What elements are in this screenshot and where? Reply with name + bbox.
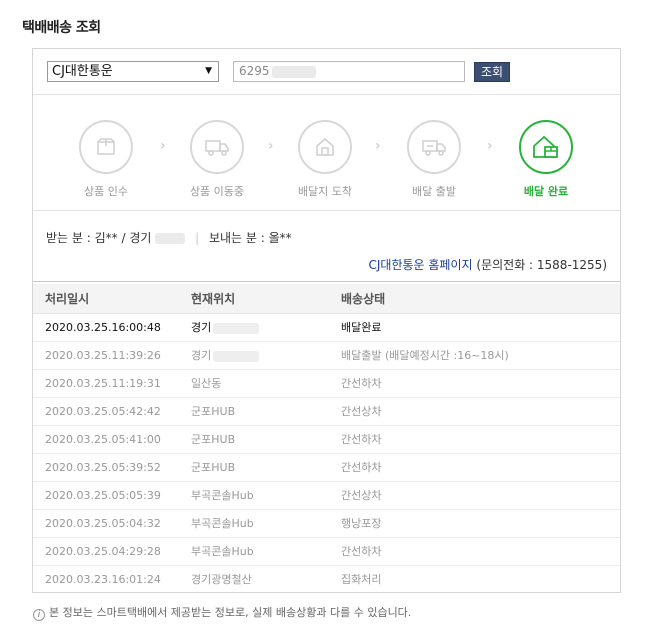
- invoice-number-input[interactable]: 6295: [233, 61, 465, 82]
- redacted-blur: [271, 65, 316, 78]
- row-location: 부곡콘솔Hub: [191, 537, 341, 566]
- page-title: 택배배송 조회: [22, 20, 101, 36]
- table-row: 2020.03.25.05:04:32 부곡콘솔Hub 행낭포장: [33, 509, 620, 538]
- row-time: 2020.03.25.04:29:28: [33, 537, 191, 566]
- table-row: 2020.03.25.05:41:00 군포HUB 간선하차: [33, 425, 620, 454]
- row-time: 2020.03.25.05:39:52: [33, 453, 191, 482]
- delivery-truck-icon: [422, 140, 446, 156]
- column-header-time: 처리일시: [33, 284, 191, 314]
- row-time: 2020.03.23.16:01:24: [45, 572, 161, 586]
- step-label: 상품 인수: [84, 185, 128, 198]
- table-row: 2020.03.25.05:42:42 군포HUB 간선상차: [33, 397, 620, 426]
- row-status: 간선하차: [341, 369, 620, 398]
- search-bar: CJ대한통운 ▼ 6295 조회: [33, 49, 620, 95]
- carrier-homepage-link[interactable]: CJ대한통운 홈페이지: [369, 258, 473, 272]
- chevron-right-icon: ›: [487, 138, 493, 154]
- table-row: 2020.03.25.11:19:31 일산동 간선하차: [33, 369, 620, 398]
- step-label: 배달지 도착: [297, 185, 353, 198]
- step-in-transit: 상품 이동중: [182, 120, 252, 199]
- row-status: 간선하차: [341, 453, 620, 482]
- step-label: 배달 완료: [523, 185, 569, 198]
- table-row: 2020.03.25.11:39:26 경기 배달출발 (배달예정시간 :16~…: [33, 341, 620, 370]
- truck-icon: [205, 140, 229, 156]
- row-status: 간선하차: [341, 425, 620, 454]
- step-arrived: 배달지 도착: [290, 120, 360, 199]
- carrier-select-value: CJ대한통운: [52, 64, 113, 79]
- receiver-info: 받는 분 : 김** / 경기: [46, 231, 152, 245]
- carrier-select[interactable]: CJ대한통운 ▼: [47, 61, 219, 82]
- row-location: 군포HUB: [191, 453, 341, 482]
- row-location: 경기: [191, 341, 341, 370]
- row-status: 집화처리: [341, 573, 382, 587]
- row-time: 2020.03.25.16:00:48: [33, 313, 191, 342]
- step-label: 배달 출발: [412, 185, 456, 198]
- table-row: 2020.03.25.05:05:39 부곡콘솔Hub 간선상차: [33, 481, 620, 510]
- table-row: 2020.03.23.16:01:24 경기광명철산 집화처리: [33, 565, 620, 593]
- invoice-number-value: 6295: [239, 64, 270, 78]
- row-time: 2020.03.25.05:05:39: [33, 481, 191, 510]
- row-location: 군포HUB: [191, 397, 341, 426]
- step-delivered: 배달 완료: [511, 120, 581, 199]
- row-location: 경기광명철산: [191, 573, 252, 587]
- tracking-history-table: 처리일시 현재위치 배송상태 2020.03.25.16:00:48 경기 배달…: [33, 284, 620, 593]
- row-time: 2020.03.25.11:39:26: [33, 341, 191, 370]
- step-out-for-delivery: 배달 출발: [399, 120, 469, 199]
- row-status: 배달출발 (배달예정시간 :16~18시): [341, 341, 620, 370]
- row-location: 일산동: [191, 369, 341, 398]
- table-row: 2020.03.25.04:29:28 부곡콘솔Hub 간선하차: [33, 537, 620, 566]
- chevron-right-icon: ›: [375, 138, 381, 154]
- step-received: 상품 인수: [71, 120, 141, 199]
- row-location: 경기: [191, 313, 341, 342]
- disclaimer: i 본 정보는 스마트택배에서 제공받는 정보로, 실제 배송상황과 다를 수 있…: [33, 604, 411, 621]
- chevron-right-icon: ›: [160, 138, 166, 154]
- search-button[interactable]: 조회: [474, 62, 510, 82]
- shipment-info: 받는 분 : 김** / 경기 | 보내는 분 : 올** CJ대한통운 홈페이…: [33, 212, 620, 282]
- info-icon: i: [33, 609, 45, 621]
- row-time: 2020.03.25.05:42:42: [33, 397, 191, 426]
- row-location: 부곡콘솔Hub: [191, 509, 341, 538]
- row-time: 2020.03.25.05:41:00: [33, 425, 191, 454]
- carrier-phone: (문의전화 : 1588-1255): [476, 258, 607, 272]
- tracking-panel: CJ대한통운 ▼ 6295 조회 상품 인수 › 상품 이동중 › 배달지 도착: [32, 48, 621, 593]
- redacted-blur: [155, 233, 186, 244]
- delivery-progress: 상품 인수 › 상품 이동중 › 배달지 도착 › 배달 출발 › 배달 완료: [33, 96, 620, 211]
- house-icon: [316, 138, 334, 156]
- row-location: 부곡콘솔Hub: [191, 481, 341, 510]
- sender-info: 보내는 분 : 올**: [208, 231, 292, 245]
- row-status: 간선상차: [341, 397, 620, 426]
- column-header-status: 배송상태: [341, 284, 620, 314]
- chevron-right-icon: ›: [268, 138, 274, 154]
- row-status: 행낭포장: [341, 509, 620, 538]
- row-status: 배달완료: [341, 313, 620, 342]
- divider: |: [195, 231, 200, 245]
- table-row: 2020.03.25.05:39:52 군포HUB 간선하차: [33, 453, 620, 482]
- box-icon: [97, 138, 115, 155]
- row-time: 2020.03.25.05:04:32: [33, 509, 191, 538]
- row-time: 2020.03.25.11:19:31: [33, 369, 191, 398]
- row-status: 간선하차: [341, 537, 620, 566]
- table-header-row: 처리일시 현재위치 배송상태: [33, 284, 620, 314]
- row-status: 간선상차: [341, 481, 620, 510]
- row-location: 군포HUB: [191, 425, 341, 454]
- column-header-location: 현재위치: [191, 284, 341, 314]
- delivered-house-icon: [533, 135, 558, 158]
- step-label: 상품 이동중: [189, 185, 245, 198]
- table-row: 2020.03.25.16:00:48 경기 배달완료: [33, 313, 620, 342]
- disclaimer-text: 본 정보는 스마트택배에서 제공받는 정보로, 실제 배송상황과 다를 수 있습…: [49, 606, 412, 619]
- dropdown-arrow-icon: ▼: [205, 66, 212, 76]
